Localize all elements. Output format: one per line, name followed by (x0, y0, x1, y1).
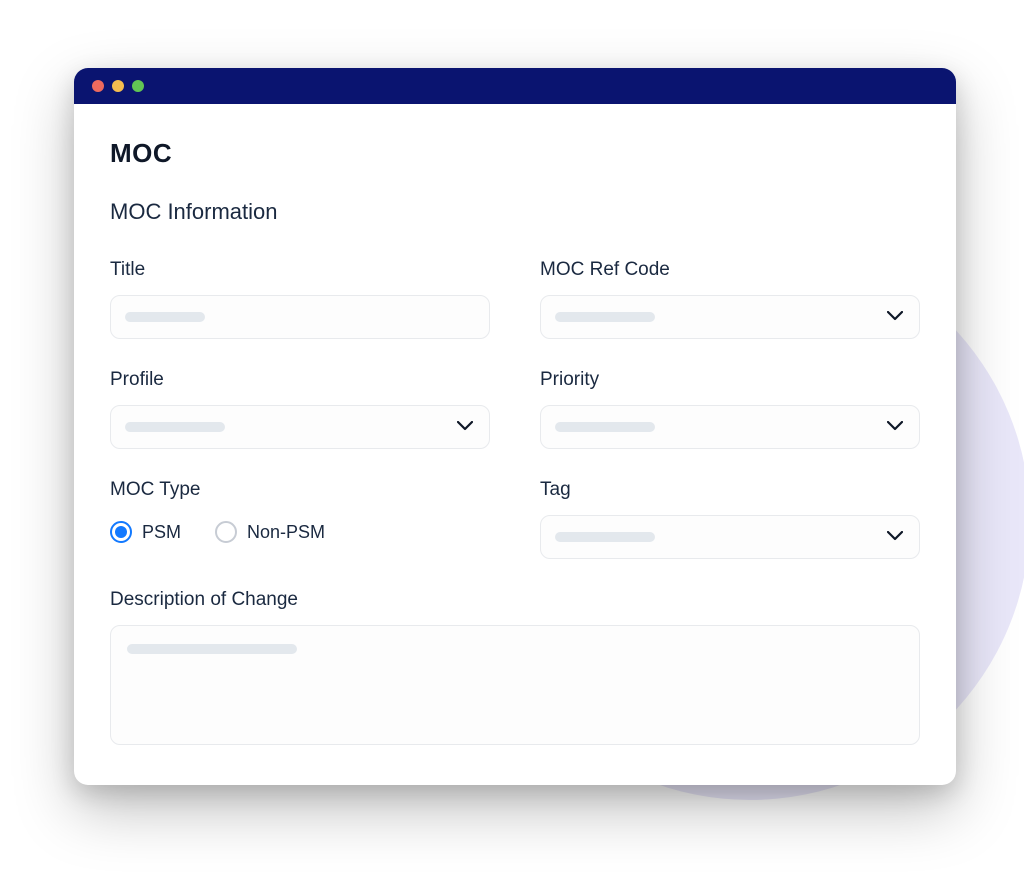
radio-icon (215, 521, 237, 543)
section-title: MOC Information (110, 199, 920, 225)
title-label: Title (110, 259, 490, 281)
placeholder-skeleton (127, 644, 297, 654)
placeholder-skeleton (555, 422, 655, 432)
moc-type-radio-group: PSM Non-PSM (110, 515, 490, 543)
chevron-down-icon (887, 308, 903, 326)
radio-non-psm-label: Non-PSM (247, 522, 325, 543)
ref-code-label: MOC Ref Code (540, 259, 920, 281)
description-label: Description of Change (110, 589, 920, 611)
radio-psm[interactable]: PSM (110, 521, 181, 543)
chevron-down-icon (887, 528, 903, 546)
profile-label: Profile (110, 369, 490, 391)
moc-type-label: MOC Type (110, 479, 490, 501)
field-ref-code: MOC Ref Code (540, 259, 920, 339)
page-title: MOC (110, 138, 920, 169)
placeholder-skeleton (125, 312, 205, 322)
field-title: Title (110, 259, 490, 339)
placeholder-skeleton (555, 532, 655, 542)
placeholder-skeleton (125, 422, 225, 432)
window-titlebar (74, 68, 956, 104)
title-input[interactable] (110, 295, 490, 339)
chevron-down-icon (457, 418, 473, 436)
minimize-icon[interactable] (112, 80, 124, 92)
field-description: Description of Change (110, 589, 920, 745)
field-tag: Tag (540, 479, 920, 559)
radio-psm-label: PSM (142, 522, 181, 543)
close-icon[interactable] (92, 80, 104, 92)
field-moc-type: MOC Type PSM Non-PSM (110, 479, 490, 559)
tag-select[interactable] (540, 515, 920, 559)
profile-select[interactable] (110, 405, 490, 449)
maximize-icon[interactable] (132, 80, 144, 92)
description-textarea[interactable] (110, 625, 920, 745)
radio-dot-icon (115, 526, 127, 538)
tag-label: Tag (540, 479, 920, 501)
field-priority: Priority (540, 369, 920, 449)
form-content: MOC MOC Information Title MOC Ref Code (74, 104, 956, 785)
chevron-down-icon (887, 418, 903, 436)
priority-select[interactable] (540, 405, 920, 449)
priority-label: Priority (540, 369, 920, 391)
field-profile: Profile (110, 369, 490, 449)
form-grid: Title MOC Ref Code Profile (110, 259, 920, 745)
radio-non-psm[interactable]: Non-PSM (215, 521, 325, 543)
placeholder-skeleton (555, 312, 655, 322)
ref-code-select[interactable] (540, 295, 920, 339)
radio-icon (110, 521, 132, 543)
app-window: MOC MOC Information Title MOC Ref Code (74, 68, 956, 785)
